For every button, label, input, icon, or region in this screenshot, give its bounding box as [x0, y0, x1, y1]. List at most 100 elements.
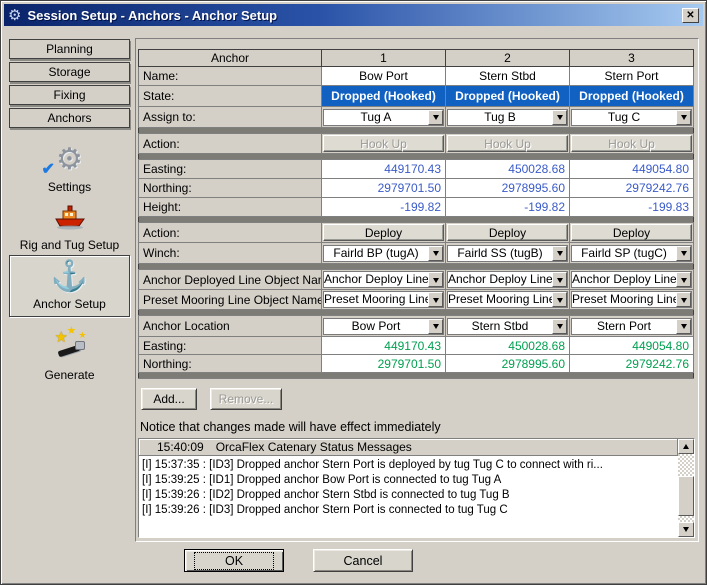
winch-combo-2[interactable]: Fairld SS (tugB) — [447, 245, 568, 262]
sidebar-tab-fixing[interactable]: Fixing — [9, 85, 130, 105]
session-setup-dialog: ⚙ Session Setup - Anchors - Anchor Setup… — [0, 0, 707, 585]
state-value-2: Dropped (Hooked) — [446, 86, 570, 107]
gear-check-icon: ⚙ ✔ — [56, 143, 83, 177]
winch-value-2: Fairld SS (tugB) — [448, 246, 552, 261]
easting-loc-value-2: 450028.68 — [446, 337, 570, 355]
height-value-3: -199.83 — [570, 198, 694, 217]
chevron-down-icon[interactable] — [428, 272, 443, 287]
cancel-button-label: Cancel — [344, 554, 383, 568]
add-button[interactable]: Add... — [141, 388, 197, 410]
anchor-location-combo-2[interactable]: Stern Stbd — [447, 318, 568, 335]
deploy-button-3[interactable]: Deploy — [571, 224, 692, 241]
deploy-button-1[interactable]: Deploy — [323, 224, 444, 241]
status-message: [I] 15:39:26 : [ID3] Dropped anchor Ster… — [142, 503, 675, 518]
vertical-scrollbar[interactable] — [678, 439, 694, 537]
name-value-2: Stern Stbd — [446, 67, 570, 86]
chevron-down-icon[interactable] — [676, 246, 691, 261]
state-value-1: Dropped (Hooked) — [322, 86, 446, 107]
row-label-height: Height: — [139, 198, 322, 217]
winch-combo-3[interactable]: Fairld SP (tugC) — [571, 245, 692, 262]
status-message: [I] 15:37:35 : [ID3] Dropped anchor Ster… — [142, 458, 675, 473]
preset-line-value-2: Preset Mooring Line — [448, 292, 552, 307]
row-label-deployed-line: Anchor Deployed Line Object Name: — [139, 270, 322, 290]
deployed-line-combo-1[interactable]: Anchor Deploy Line — [323, 271, 444, 288]
chevron-down-icon[interactable] — [428, 319, 443, 334]
anchor-location-value-2: Stern Stbd — [448, 319, 552, 334]
northing-state-value-3: 2979242.76 — [570, 179, 694, 198]
scrollbar-thumb[interactable] — [678, 476, 694, 516]
row-label-action-hookup: Action: — [139, 134, 322, 154]
ok-button-label: OK — [194, 552, 274, 570]
anchor-table: Anchor 1 2 3 Name: Bow Port Stern Stbd S… — [138, 49, 694, 379]
status-message-list[interactable]: [I] 15:37:35 : [ID3] Dropped anchor Ster… — [139, 456, 678, 537]
sidebar-item-anchor-setup[interactable]: ⚓ Anchor Setup — [9, 255, 130, 317]
assign-to-value-1: Tug A — [324, 110, 428, 125]
col-header-3: 3 — [570, 50, 694, 67]
check-icon: ✔ — [42, 159, 55, 179]
chevron-down-icon[interactable] — [552, 292, 567, 307]
preset-line-combo-2[interactable]: Preset Mooring Line — [447, 291, 568, 308]
scroll-down-button[interactable] — [678, 522, 694, 537]
col-header-2: 2 — [446, 50, 570, 67]
deploy-button-2[interactable]: Deploy — [447, 224, 568, 241]
assign-to-combo-1[interactable]: Tug A — [323, 109, 444, 126]
chevron-down-icon[interactable] — [552, 110, 567, 125]
row-label-northing-loc: Northing: — [139, 355, 322, 373]
sidebar-item-rig-and-tug-setup[interactable]: Rig and Tug Setup — [9, 197, 130, 256]
chevron-down-icon[interactable] — [552, 319, 567, 334]
sidebar-item-settings[interactable]: ⚙ ✔ Settings — [9, 139, 130, 198]
row-label-state: State: — [139, 86, 322, 107]
sidebar-tab-anchors[interactable]: Anchors — [9, 108, 130, 128]
assign-to-combo-2[interactable]: Tug B — [447, 109, 568, 126]
window-title: Session Setup - Anchors - Anchor Setup — [27, 8, 277, 23]
notice-text: Notice that changes made will have effec… — [140, 420, 441, 434]
chevron-down-icon[interactable] — [552, 246, 567, 261]
tugboat-icon — [53, 201, 87, 235]
chevron-down-icon[interactable] — [676, 319, 691, 334]
sidebar-tab-storage[interactable]: Storage — [9, 62, 130, 82]
row-label-preset-line: Preset Mooring Line Object Name: — [139, 290, 322, 310]
scroll-up-button[interactable] — [678, 439, 694, 454]
deployed-line-combo-3[interactable]: Anchor Deploy Line — [571, 271, 692, 288]
winch-combo-1[interactable]: Fairld BP (tugA) — [323, 245, 444, 262]
northing-loc-value-3: 2979242.76 — [570, 355, 694, 373]
status-message: [I] 15:39:25 : [ID1] Dropped anchor Bow … — [142, 473, 675, 488]
close-icon: ✕ — [686, 10, 694, 21]
preset-line-combo-1[interactable]: Preset Mooring Line — [323, 291, 444, 308]
easting-state-value-3: 449054.80 — [570, 160, 694, 179]
hook-up-button-1[interactable]: Hook Up — [323, 135, 444, 152]
preset-line-value-1: Preset Mooring Line — [324, 292, 428, 307]
close-button[interactable]: ✕ — [682, 8, 699, 23]
scrollbar-track[interactable] — [678, 454, 694, 522]
height-value-2: -199.82 — [446, 198, 570, 217]
row-label-winch: Winch: — [139, 243, 322, 264]
sidebar-item-generate[interactable]: ★ ★ ★ Generate — [9, 327, 130, 386]
chevron-down-icon[interactable] — [428, 246, 443, 261]
preset-line-combo-3[interactable]: Preset Mooring Line — [571, 291, 692, 308]
chevron-down-icon[interactable] — [552, 272, 567, 287]
chevron-down-icon[interactable] — [428, 110, 443, 125]
sidebar-item-label: Generate — [44, 368, 94, 382]
chevron-down-icon[interactable] — [676, 292, 691, 307]
sidebar-tab-planning[interactable]: Planning — [9, 39, 130, 59]
gear-icon: ⚙ — [8, 6, 21, 24]
magic-wand-stars-icon: ★ ★ ★ — [53, 331, 87, 365]
anchor-location-combo-1[interactable]: Bow Port — [323, 318, 444, 335]
remove-button[interactable]: Remove... — [210, 388, 282, 410]
easting-loc-value-1: 449170.43 — [322, 337, 446, 355]
hook-up-button-2[interactable]: Hook Up — [447, 135, 568, 152]
hook-up-button-3[interactable]: Hook Up — [571, 135, 692, 152]
winch-value-1: Fairld BP (tugA) — [324, 246, 428, 261]
anchor-location-combo-3[interactable]: Stern Port — [571, 318, 692, 335]
chevron-down-icon[interactable] — [428, 292, 443, 307]
assign-to-combo-3[interactable]: Tug C — [571, 109, 692, 126]
deployed-line-combo-2[interactable]: Anchor Deploy Line — [447, 271, 568, 288]
title-bar: ⚙ Session Setup - Anchors - Anchor Setup… — [4, 4, 703, 26]
ok-button[interactable]: OK — [184, 549, 284, 572]
assign-to-value-2: Tug B — [448, 110, 552, 125]
cancel-button[interactable]: Cancel — [313, 549, 413, 572]
section-separator — [139, 373, 694, 379]
chevron-down-icon[interactable] — [676, 272, 691, 287]
chevron-down-icon[interactable] — [676, 110, 691, 125]
sidebar-item-label: Settings — [48, 180, 91, 194]
